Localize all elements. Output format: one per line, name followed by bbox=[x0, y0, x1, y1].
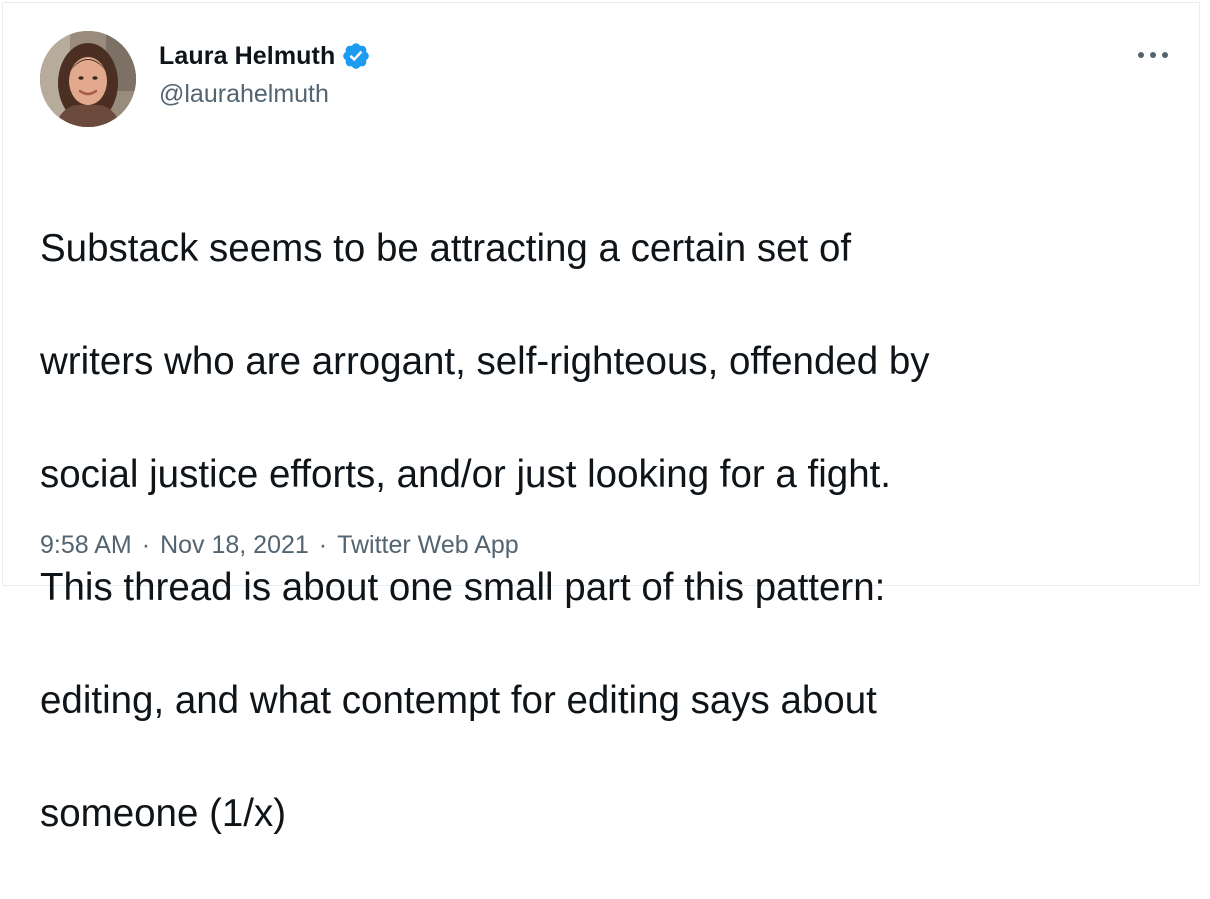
tweet-text-line: someone (1/x) bbox=[40, 791, 287, 835]
more-options-icon bbox=[1138, 52, 1168, 58]
handle[interactable]: @laurahelmuth bbox=[159, 80, 371, 109]
profile-photo-icon bbox=[40, 31, 136, 127]
tweet-text-line: writers who are arrogant, self-righteous… bbox=[40, 339, 930, 383]
tweet-text-line: social justice efforts, and/or just look… bbox=[40, 452, 892, 496]
tweet-text-line: Substack seems to be attracting a certai… bbox=[40, 226, 852, 270]
name-row: Laura Helmuth bbox=[159, 39, 371, 73]
display-name[interactable]: Laura Helmuth bbox=[159, 42, 335, 71]
tweet-time-link[interactable]: 9:58 AM bbox=[40, 531, 132, 560]
tweet-card: Laura Helmuth @laurahelmuth Substack see… bbox=[2, 2, 1200, 835]
tweet-source: Twitter Web App bbox=[337, 531, 519, 559]
tweet-text-line: This thread is about one small part of t… bbox=[40, 565, 886, 609]
tweet-text-line: editing, and what contempt for editing s… bbox=[40, 678, 877, 722]
author-block: Laura Helmuth @laurahelmuth bbox=[159, 39, 371, 109]
meta-separator: · bbox=[141, 531, 151, 559]
more-options-button[interactable] bbox=[1133, 41, 1173, 69]
verified-badge-icon bbox=[341, 41, 371, 71]
tweet-meta: 9:58 AM · Nov 18, 2021 · Twitter Web App bbox=[40, 531, 519, 560]
meta-separator: · bbox=[318, 531, 328, 559]
tweet-date-link[interactable]: Nov 18, 2021 bbox=[160, 531, 309, 560]
avatar[interactable] bbox=[40, 31, 136, 127]
